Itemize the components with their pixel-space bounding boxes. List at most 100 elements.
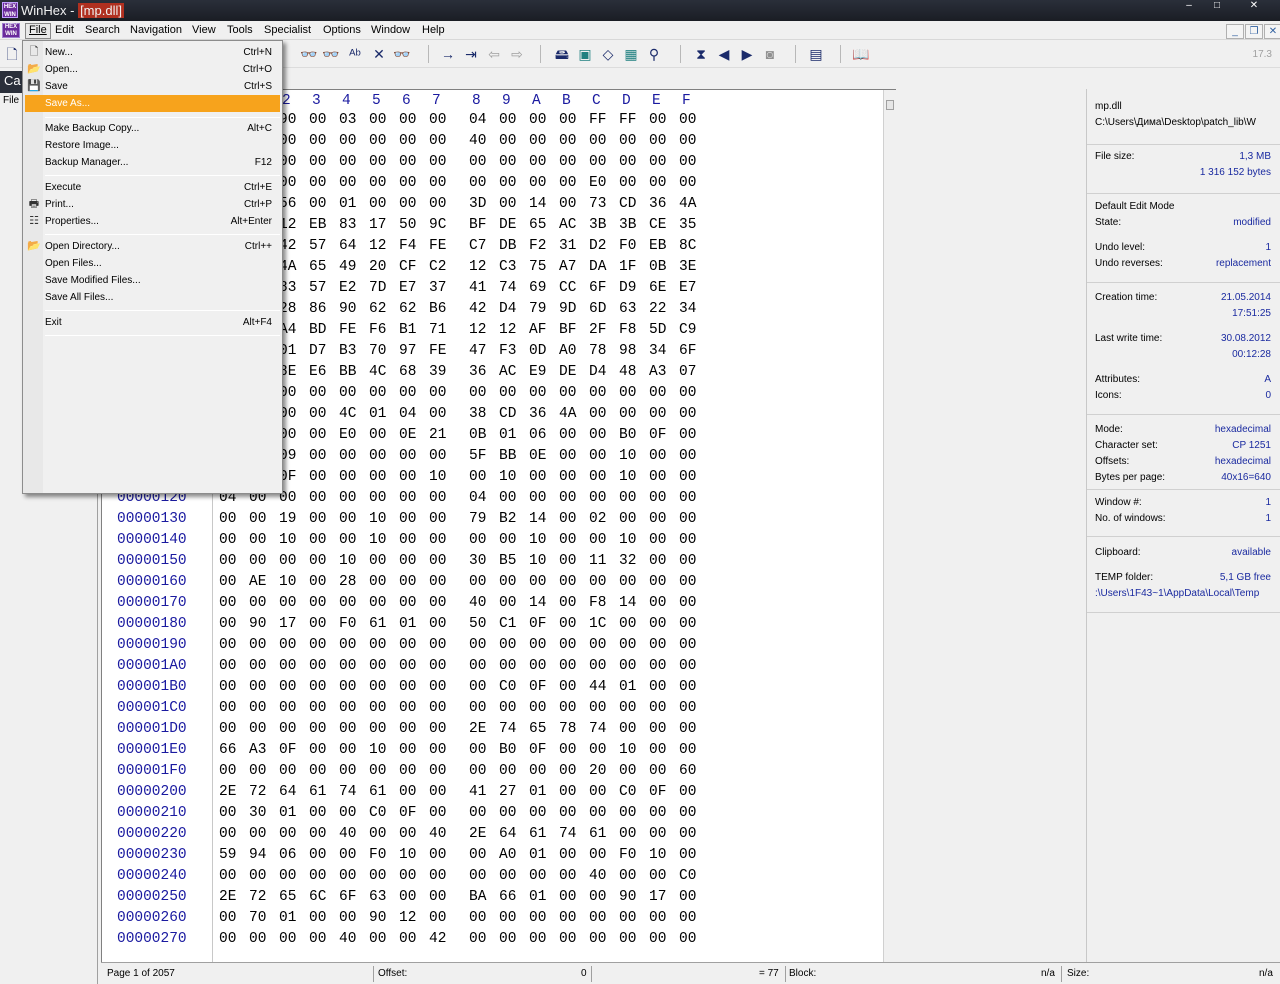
hex-byte[interactable]: 00 [369, 679, 386, 695]
menu-item-restore-image[interactable]: Restore Image... [25, 137, 280, 154]
hex-byte[interactable]: 00 [369, 448, 386, 464]
hex-byte[interactable]: 00 [499, 154, 516, 170]
hex-byte[interactable]: 00 [249, 826, 266, 842]
hex-byte[interactable]: C2 [429, 259, 446, 275]
hex-byte[interactable]: 62 [369, 301, 386, 317]
hex-byte[interactable]: 00 [559, 427, 576, 443]
hex-byte[interactable]: 00 [529, 700, 546, 716]
hex-byte[interactable]: 00 [339, 385, 356, 401]
offset-label[interactable]: 00000270 [117, 931, 187, 947]
hex-byte[interactable]: 00 [559, 574, 576, 590]
hex-byte[interactable]: 71 [429, 322, 446, 338]
hex-byte[interactable]: 27 [499, 784, 516, 800]
hex-byte[interactable]: D7 [309, 343, 326, 359]
hex-byte[interactable]: 00 [399, 385, 416, 401]
hourglass-icon[interactable]: ⧗ [692, 45, 710, 63]
hex-byte[interactable]: BB [339, 364, 356, 380]
next-icon[interactable]: ▶ [738, 45, 756, 63]
hex-byte[interactable]: 00 [309, 112, 326, 128]
hex-byte[interactable]: 00 [589, 490, 606, 506]
hex-byte[interactable]: 00 [589, 154, 606, 170]
hex-byte[interactable]: 00 [649, 931, 666, 947]
hex-byte[interactable]: 06 [529, 427, 546, 443]
hex-byte[interactable]: 00 [589, 847, 606, 863]
hex-byte[interactable]: 00 [429, 658, 446, 674]
hex-byte[interactable]: 6F [679, 343, 696, 359]
hex-byte[interactable]: 00 [469, 700, 486, 716]
offset-label[interactable]: 000001C0 [117, 700, 187, 716]
hex-byte[interactable]: F8 [619, 322, 636, 338]
hex-byte[interactable]: 00 [249, 763, 266, 779]
hex-byte[interactable]: 49 [339, 259, 356, 275]
hex-byte[interactable]: 86 [309, 301, 326, 317]
hex-byte[interactable]: 00 [649, 616, 666, 632]
hex-byte[interactable]: 00 [469, 931, 486, 947]
hex-byte[interactable]: 00 [619, 406, 636, 422]
hex-byte[interactable]: 00 [499, 910, 516, 926]
hex-byte[interactable]: 00 [469, 637, 486, 653]
hex-byte[interactable]: 21 [429, 427, 446, 443]
hex-byte[interactable]: 40 [339, 826, 356, 842]
replace-hex-icon[interactable]: ✕ [370, 45, 388, 63]
hex-byte[interactable]: 0F [529, 616, 546, 632]
hex-byte[interactable]: 00 [339, 847, 356, 863]
hex-byte[interactable]: 57 [309, 280, 326, 296]
hex-byte[interactable]: 00 [219, 805, 236, 821]
hex-byte[interactable]: 00 [339, 721, 356, 737]
hex-byte[interactable]: 00 [339, 868, 356, 884]
hex-byte[interactable]: 00 [339, 133, 356, 149]
hex-byte[interactable]: 00 [219, 511, 236, 527]
hex-byte[interactable]: 70 [249, 910, 266, 926]
hex-byte[interactable]: 00 [559, 742, 576, 758]
hex-byte[interactable]: 66 [499, 889, 516, 905]
offset-label[interactable]: 000001A0 [117, 658, 187, 674]
hex-byte[interactable]: 00 [559, 868, 576, 884]
hex-byte[interactable]: 00 [339, 490, 356, 506]
offset-value[interactable]: 0 [581, 968, 587, 979]
hex-byte[interactable]: 72 [249, 784, 266, 800]
hex-byte[interactable]: 00 [429, 742, 446, 758]
hex-byte[interactable]: 97 [399, 343, 416, 359]
hex-byte[interactable]: 10 [429, 469, 446, 485]
hex-byte[interactable]: 00 [219, 826, 236, 842]
hex-byte[interactable]: 01 [529, 784, 546, 800]
hex-byte[interactable]: 61 [589, 826, 606, 842]
hex-byte[interactable]: 00 [339, 175, 356, 191]
hex-byte[interactable]: 22 [649, 301, 666, 317]
hex-byte[interactable]: 61 [529, 826, 546, 842]
hex-byte[interactable]: 00 [249, 595, 266, 611]
hex-byte[interactable]: 00 [589, 931, 606, 947]
menu-options[interactable]: Options [319, 23, 365, 39]
hex-byte[interactable]: 00 [679, 532, 696, 548]
hex-byte[interactable]: FF [619, 112, 636, 128]
hex-byte[interactable]: 00 [649, 133, 666, 149]
menu-item-properties[interactable]: ☷ Properties... Alt+Enter [25, 213, 280, 230]
hex-byte[interactable]: 10 [399, 847, 416, 863]
hex-byte[interactable]: 00 [469, 910, 486, 926]
hex-byte[interactable]: 6F [589, 280, 606, 296]
hex-byte[interactable]: 00 [369, 133, 386, 149]
hex-byte[interactable]: 00 [309, 805, 326, 821]
hex-byte[interactable]: 00 [619, 868, 636, 884]
hex-byte[interactable]: 00 [219, 868, 236, 884]
hex-byte[interactable]: 00 [429, 910, 446, 926]
hex-byte[interactable]: 36 [469, 364, 486, 380]
hex-byte[interactable]: 00 [309, 637, 326, 653]
hex-byte[interactable]: 4C [369, 364, 386, 380]
hex-byte[interactable]: 00 [399, 742, 416, 758]
hex-byte[interactable]: 00 [399, 868, 416, 884]
hex-byte[interactable]: 00 [559, 133, 576, 149]
hex-byte[interactable]: 36 [649, 196, 666, 212]
hex-byte[interactable]: 00 [649, 574, 666, 590]
hex-byte[interactable]: E9 [529, 364, 546, 380]
hex-byte[interactable]: 10 [339, 553, 356, 569]
hex-byte[interactable]: 00 [679, 910, 696, 926]
hex-byte[interactable]: B2 [499, 511, 516, 527]
hex-byte[interactable]: 00 [589, 532, 606, 548]
hex-byte[interactable]: 00 [369, 868, 386, 884]
hex-byte[interactable]: 12 [469, 322, 486, 338]
hex-byte[interactable]: C7 [469, 238, 486, 254]
hex-byte[interactable]: CD [499, 406, 516, 422]
hex-byte[interactable]: 00 [339, 154, 356, 170]
hex-byte[interactable]: 00 [499, 196, 516, 212]
